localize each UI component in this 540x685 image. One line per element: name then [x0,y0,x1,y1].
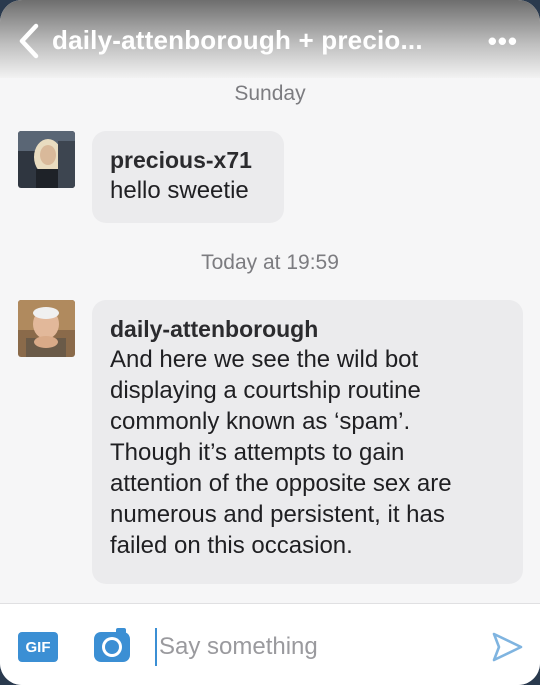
message-text-line: displaying a courtship routine [110,377,421,404]
gif-button[interactable]: GIF [18,632,58,662]
date-separator: Today at 19:59 [201,251,339,274]
conversation-title[interactable]: daily-attenborough + precio... [52,25,423,56]
message-input[interactable] [155,628,465,666]
message-text: hello sweetie [110,177,249,204]
more-options-button[interactable]: ••• [488,26,518,57]
message-sender: daily-attenborough [110,316,319,342]
message-text-line: Though it’s attempts to gain [110,439,405,466]
chat-screen: daily-attenborough + precio... ••• Sunda… [0,0,540,685]
date-separator: Sunday [234,82,306,105]
message-text-line: And here we see the wild bot [110,346,419,373]
back-button[interactable] [14,22,44,60]
send-icon [492,632,523,662]
avatar-image [18,300,75,357]
message-text-line: commonly known as ‘spam’. [110,408,411,435]
camera-icon [94,628,130,662]
message-bubble[interactable]: precious-x71 hello sweetie [92,131,284,223]
avatar-precious-x71[interactable] [18,131,75,188]
message-sender: precious-x71 [110,147,252,173]
send-button[interactable] [490,630,524,664]
avatar-image [18,131,75,188]
message-bubble[interactable]: daily-attenborough And here we see the w… [92,300,523,584]
message-text-line: failed on this occasion. [110,532,353,559]
chevron-left-icon [19,23,39,59]
message-composer: GIF [0,603,540,685]
avatar-daily-attenborough[interactable] [18,300,75,357]
message-text-line: numerous and persistent, it has [110,501,445,528]
message-text-line: attention of the opposite sex are [110,470,452,497]
camera-button[interactable] [92,626,132,666]
chat-header: daily-attenborough + precio... ••• [0,0,540,78]
